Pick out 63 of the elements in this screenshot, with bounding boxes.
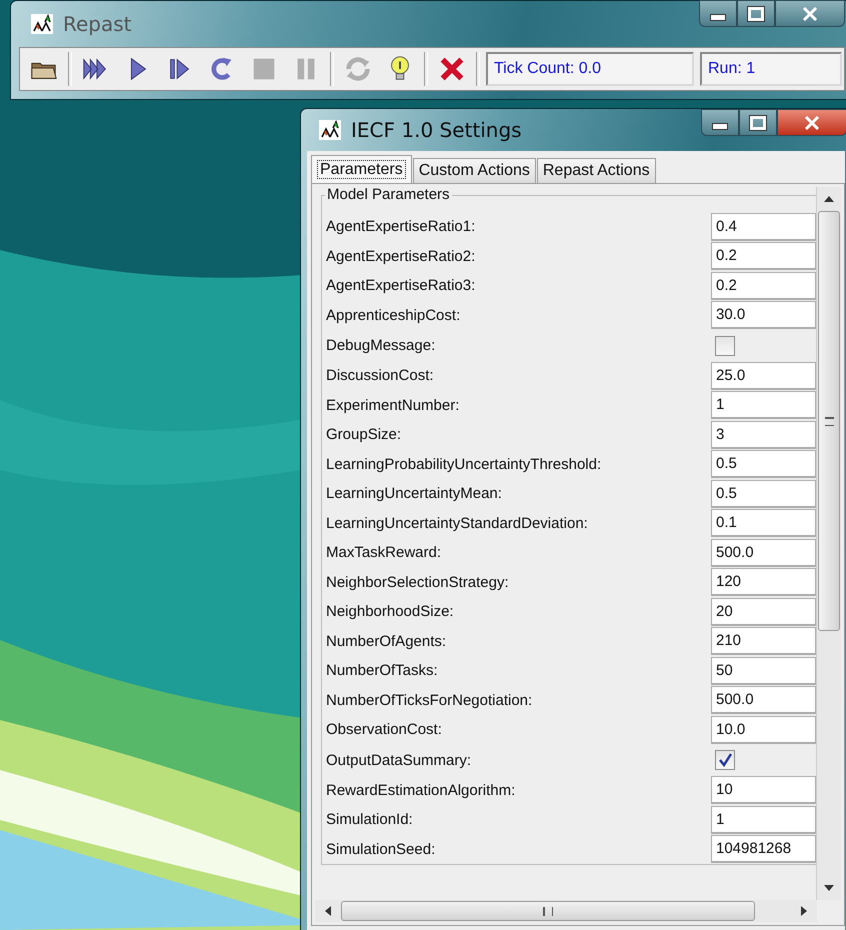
app-logo-icon bbox=[31, 14, 53, 34]
input-field[interactable]: 3 bbox=[711, 420, 816, 449]
checkbox[interactable] bbox=[715, 336, 735, 356]
parameter-label: ApprenticeshipCost: bbox=[326, 306, 460, 324]
input-field[interactable]: 1 bbox=[711, 391, 816, 420]
parameter-label: NeighborhoodSize: bbox=[326, 603, 454, 620]
input-field[interactable]: 25.0 bbox=[711, 362, 816, 390]
input-field[interactable]: 50 bbox=[711, 656, 816, 685]
parameter-label: LearningUncertaintyStandardDeviation: bbox=[326, 514, 588, 532]
maximize-button[interactable] bbox=[739, 109, 777, 136]
input-field[interactable]: 104981268 bbox=[711, 835, 816, 864]
input-field[interactable]: 0.4 bbox=[711, 212, 816, 241]
run-count-display: Run: 1 bbox=[700, 52, 842, 86]
parameter-label: AgentExpertiseRatio2: bbox=[326, 248, 476, 265]
parameter-label: RewardEstimationAlgorithm: bbox=[326, 782, 516, 799]
tab[interactable]: Repast Actions bbox=[536, 158, 656, 183]
parameter-label: SimulationSeed: bbox=[326, 840, 436, 858]
parameter-label: DiscussionCost: bbox=[326, 367, 434, 384]
parameter-label: AgentExpertiseRatio1: bbox=[326, 218, 476, 236]
input-field[interactable]: 0.5 bbox=[711, 480, 816, 508]
vertical-scrollbar[interactable] bbox=[816, 187, 841, 900]
input-field[interactable]: 500.0 bbox=[711, 538, 816, 567]
parameter-label: DebugMessage: bbox=[326, 337, 436, 354]
parameter-label: NumberOfTasks: bbox=[326, 662, 438, 680]
close-button[interactable] bbox=[775, 0, 845, 27]
input-field[interactable]: 10 bbox=[711, 776, 816, 804]
window-title: Repast bbox=[63, 12, 132, 36]
maximize-button[interactable] bbox=[737, 0, 775, 27]
minimize-button[interactable] bbox=[701, 109, 739, 136]
input-field[interactable]: 30.0 bbox=[711, 301, 816, 330]
input-field[interactable]: 210 bbox=[711, 627, 816, 656]
app-logo-icon bbox=[319, 120, 341, 140]
tick-count-display: Tick Count: 0.0 bbox=[486, 52, 694, 86]
parameter-label: SimulationId: bbox=[326, 811, 413, 828]
horizontal-scrollbar[interactable] bbox=[315, 900, 817, 922]
close-button[interactable] bbox=[777, 109, 846, 136]
input-field[interactable]: 0.1 bbox=[711, 509, 816, 538]
parameter-label: NeighborSelectionStrategy: bbox=[326, 574, 509, 591]
tab[interactable]: Custom Actions bbox=[412, 158, 536, 183]
input-field[interactable]: 120 bbox=[711, 568, 816, 596]
minimize-button[interactable] bbox=[699, 0, 737, 27]
parameter-label: ObservationCost: bbox=[326, 721, 442, 738]
parameter-label: GroupSize: bbox=[326, 426, 402, 444]
parameter-label: AgentExpertiseRatio3: bbox=[326, 277, 476, 294]
close-icon bbox=[804, 116, 820, 130]
parameter-label: NumberOfAgents: bbox=[326, 632, 446, 650]
window-title: IECF 1.0 Settings bbox=[351, 118, 522, 142]
input-field[interactable]: 0.5 bbox=[711, 450, 816, 478]
input-field[interactable]: 1 bbox=[711, 806, 816, 834]
close-icon bbox=[802, 6, 818, 20]
tab[interactable]: Parameters bbox=[311, 155, 412, 183]
parameter-label: OutputDataSummary: bbox=[326, 752, 472, 768]
parameter-label: NumberOfTicksForNegotiation: bbox=[326, 692, 532, 709]
parameter-label: ExperimentNumber: bbox=[326, 396, 460, 414]
input-field[interactable]: 10.0 bbox=[711, 716, 816, 744]
parameter-label: MaxTaskReward: bbox=[326, 544, 442, 562]
checkbox[interactable] bbox=[715, 750, 735, 770]
input-field[interactable]: 0.2 bbox=[711, 242, 816, 270]
parameter-label: LearningProbabilityUncertaintyThreshold: bbox=[326, 456, 602, 473]
input-field[interactable]: 0.2 bbox=[711, 272, 816, 300]
input-field[interactable]: 20 bbox=[711, 598, 816, 626]
parameter-label: LearningUncertaintyMean: bbox=[326, 485, 502, 502]
input-field[interactable]: 500.0 bbox=[711, 686, 816, 714]
